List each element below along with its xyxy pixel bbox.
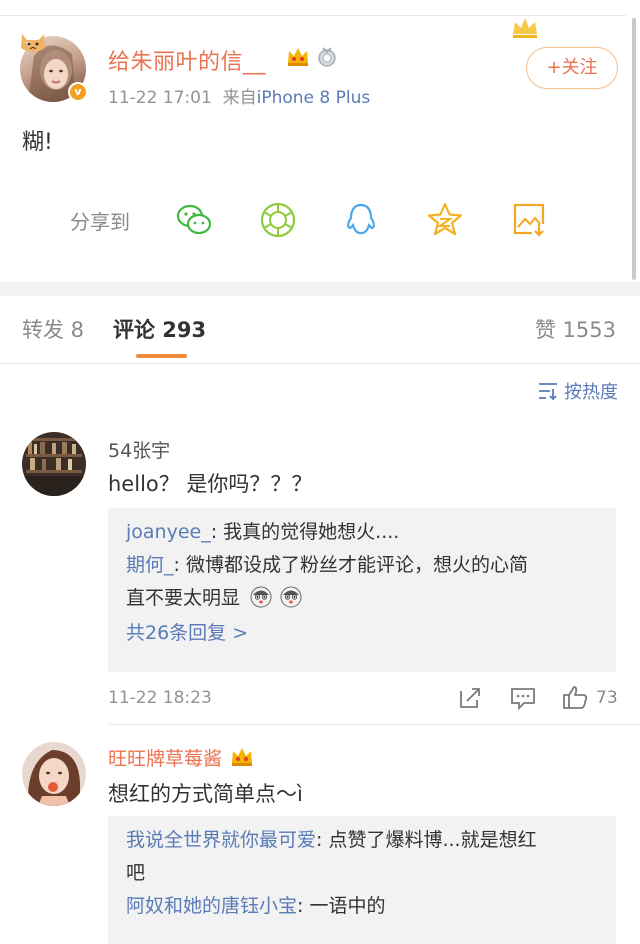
reply-item: 阿奴和她的唐钰小宝: 一语中的 xyxy=(126,890,598,923)
comment-divider xyxy=(108,724,640,725)
reply-item: 我说全世界就你最可爱: 点赞了爆料博...就是想红 xyxy=(126,824,598,857)
tab-likes[interactable]: 赞 1553 xyxy=(535,314,616,344)
follow-button[interactable]: +关注 xyxy=(526,47,618,89)
reply-author[interactable]: 我说全世界就你最可爱 xyxy=(126,829,316,851)
reply-icon[interactable] xyxy=(510,686,536,710)
reply-text: 吧 xyxy=(126,862,146,884)
sort-icon xyxy=(539,383,557,400)
commenter-name-text: 旺旺牌草莓酱 xyxy=(108,748,223,770)
reply-text: 直不要太明显 xyxy=(126,587,241,609)
emoji-face-icon xyxy=(250,586,272,608)
post-meta: 11-22 17:01 来自iPhone 8 Plus xyxy=(108,83,370,108)
tab-comments[interactable]: 评论 293 xyxy=(113,314,206,344)
verified-badge-icon: v xyxy=(68,82,88,102)
sort-button[interactable]: 按热度 xyxy=(538,378,618,404)
reply-text: : 微博都设成了粉丝才能评论，想火的心简 xyxy=(173,554,528,576)
weibo-post-card: v 给朱丽叶的信__ 11-22 17:01 来自iPhone 8 Plus +… xyxy=(0,0,640,282)
reply-author[interactable]: 阿奴和她的唐钰小宝 xyxy=(126,895,297,917)
scrollbar[interactable] xyxy=(632,18,636,280)
reply-author[interactable]: 期何_ xyxy=(126,554,174,576)
reply-text: : 一语中的 xyxy=(297,895,386,917)
reply-text: : 我真的觉得她想火.... xyxy=(210,521,400,543)
author-name[interactable]: 给朱丽叶的信__ xyxy=(108,44,266,76)
reply-item: 直不要太明显 xyxy=(126,582,598,615)
share-label: 分享到 xyxy=(70,210,130,234)
comment-list: 按热度 54张宇 hello？ 是你吗？？？ joanyee_: 我真的觉得她想… xyxy=(0,364,640,944)
like-count: 73 xyxy=(596,688,618,708)
emoji-face-icon xyxy=(280,586,302,608)
source-prefix: 来自 xyxy=(222,88,257,108)
wechat-icon[interactable] xyxy=(174,200,214,240)
reply-item: 吧 xyxy=(126,857,598,890)
cat-sticker-icon xyxy=(21,34,45,52)
active-tab-indicator xyxy=(136,354,187,358)
tab-repost[interactable]: 转发 8 xyxy=(22,314,84,344)
crown-decoration-icon xyxy=(513,18,537,38)
reply-preview-box[interactable]: 我说全世界就你最可爱: 点赞了爆料博...就是想红 吧 阿奴和她的唐钰小宝: 一… xyxy=(108,816,616,944)
vip-crown-icon[interactable] xyxy=(230,746,254,768)
comment-text: hello？ 是你吗？？？ xyxy=(108,472,313,496)
view-all-replies-link[interactable]: 共26条回复 > xyxy=(126,615,598,651)
reply-author[interactable]: joanyee_ xyxy=(126,521,211,543)
commenter-name[interactable]: 54张宇 xyxy=(108,436,170,463)
commenter-avatar[interactable] xyxy=(22,742,86,806)
qzone-icon[interactable] xyxy=(425,200,465,240)
comment-text: 想红的方式简单点～ì xyxy=(108,782,303,806)
sort-label: 按热度 xyxy=(564,382,618,403)
like-icon[interactable] xyxy=(562,684,588,710)
commenter-avatar[interactable] xyxy=(22,432,86,496)
commenter-name[interactable]: 旺旺牌草莓酱 xyxy=(108,744,254,771)
author-badges xyxy=(286,46,338,68)
post-text: 糊! xyxy=(22,130,53,155)
reply-preview-box[interactable]: joanyee_: 我真的觉得她想火.... 期何_: 微博都设成了粉丝才能评论… xyxy=(108,508,616,672)
post-tabs: 转发 8 评论 293 赞 1553 xyxy=(0,296,640,364)
reply-item: 期何_: 微博都设成了粉丝才能评论，想火的心简 xyxy=(126,549,598,582)
author-avatar[interactable]: v xyxy=(20,34,88,102)
post-source[interactable]: iPhone 8 Plus xyxy=(257,88,371,108)
post-time: 11-22 17:01 xyxy=(108,88,212,108)
comment-time: 11-22 18:23 xyxy=(108,688,212,708)
repost-icon[interactable] xyxy=(458,686,482,710)
reply-text: : 点赞了爆料博...就是想红 xyxy=(316,829,537,851)
medal-badge-icon[interactable] xyxy=(316,46,338,68)
reply-item: joanyee_: 我真的觉得她想火.... xyxy=(126,516,598,549)
vip-crown-icon[interactable] xyxy=(286,46,310,68)
avatar-bookshelf xyxy=(22,432,86,496)
avatar-portrait xyxy=(22,742,86,806)
moments-icon[interactable] xyxy=(258,200,298,240)
qq-icon[interactable] xyxy=(341,200,381,240)
save-image-icon[interactable] xyxy=(510,200,550,240)
